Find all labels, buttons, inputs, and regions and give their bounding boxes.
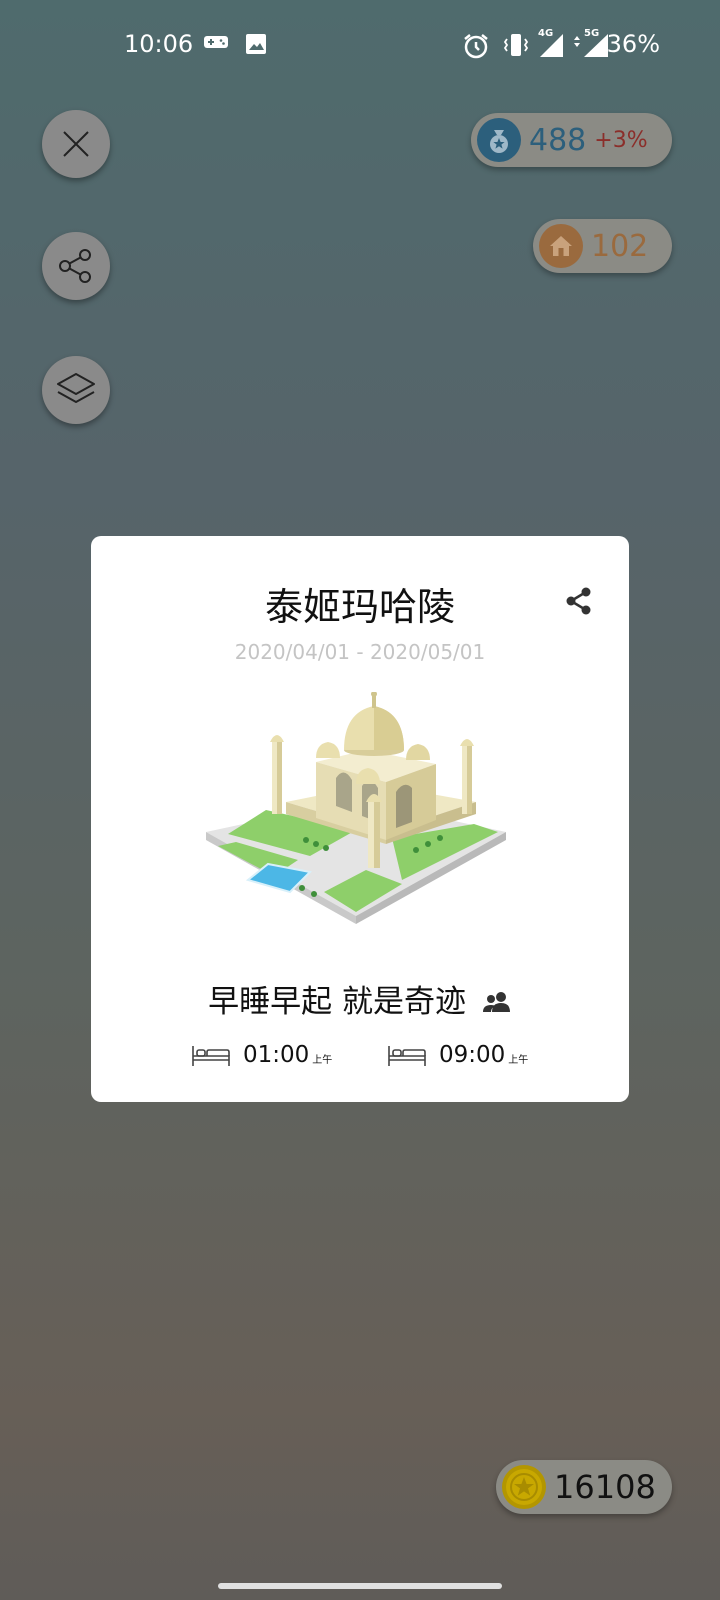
bed-icon xyxy=(388,1046,426,1066)
taj-mahal-illustration xyxy=(206,692,506,924)
sleep-time-value: 01:00 xyxy=(243,1042,310,1068)
gamepad-icon xyxy=(203,33,229,55)
houses-stat-pill[interactable]: 102 xyxy=(533,219,672,273)
wake-time: 09:00 上午 xyxy=(387,1042,528,1068)
vibrate-icon xyxy=(503,33,529,61)
alarm-icon xyxy=(462,32,490,64)
money-delta: +3% xyxy=(594,127,648,153)
card-share-button[interactable] xyxy=(565,586,593,620)
house-icon xyxy=(539,224,583,268)
coins-value: 16108 xyxy=(554,1468,656,1506)
money-stat-pill[interactable]: 488 +3% xyxy=(471,113,672,167)
money-bag-icon xyxy=(477,118,521,162)
net-4g-label: 4G xyxy=(538,28,554,39)
image-icon xyxy=(245,33,267,59)
sleep-time-suffix: 上午 xyxy=(312,1055,333,1066)
houses-value: 102 xyxy=(591,228,649,264)
share-button[interactable] xyxy=(42,232,110,300)
battery-percent: 36% xyxy=(606,30,660,58)
signal-4g-icon: 4G xyxy=(536,28,564,62)
net-5g-label: 5G xyxy=(584,28,600,39)
building-detail-card: 泰姬玛哈陵 2020/04/01 - 2020/05/01 早睡早起 就是奇迹 … xyxy=(91,536,629,1102)
wake-time-suffix: 上午 xyxy=(508,1055,529,1066)
slogan-text: 早睡早起 就是奇迹 xyxy=(208,984,466,1020)
building-title: 泰姬玛哈陵 xyxy=(264,585,455,629)
gesture-bar[interactable] xyxy=(218,1583,502,1589)
slogan: 早睡早起 就是奇迹 xyxy=(91,976,629,1022)
coin-icon xyxy=(502,1465,546,1509)
status-bar: 10:06 4G 5G 36% xyxy=(0,0,720,92)
wake-time-value: 09:00 xyxy=(439,1042,506,1068)
money-value: 488 xyxy=(529,122,587,158)
date-range: 2020/04/01 - 2020/05/01 xyxy=(234,640,486,664)
bed-icon xyxy=(192,1046,230,1066)
status-time: 10:06 xyxy=(124,30,194,58)
layers-icon xyxy=(57,373,95,403)
layers-button[interactable] xyxy=(42,356,110,424)
sleep-time: 01:00 上午 xyxy=(191,1042,332,1068)
share-icon xyxy=(59,249,91,283)
share-icon xyxy=(566,587,591,615)
close-button[interactable] xyxy=(42,110,110,178)
close-icon xyxy=(63,131,89,157)
people-icon[interactable] xyxy=(482,986,512,1022)
coins-stat-pill[interactable]: 16108 xyxy=(496,1460,672,1514)
